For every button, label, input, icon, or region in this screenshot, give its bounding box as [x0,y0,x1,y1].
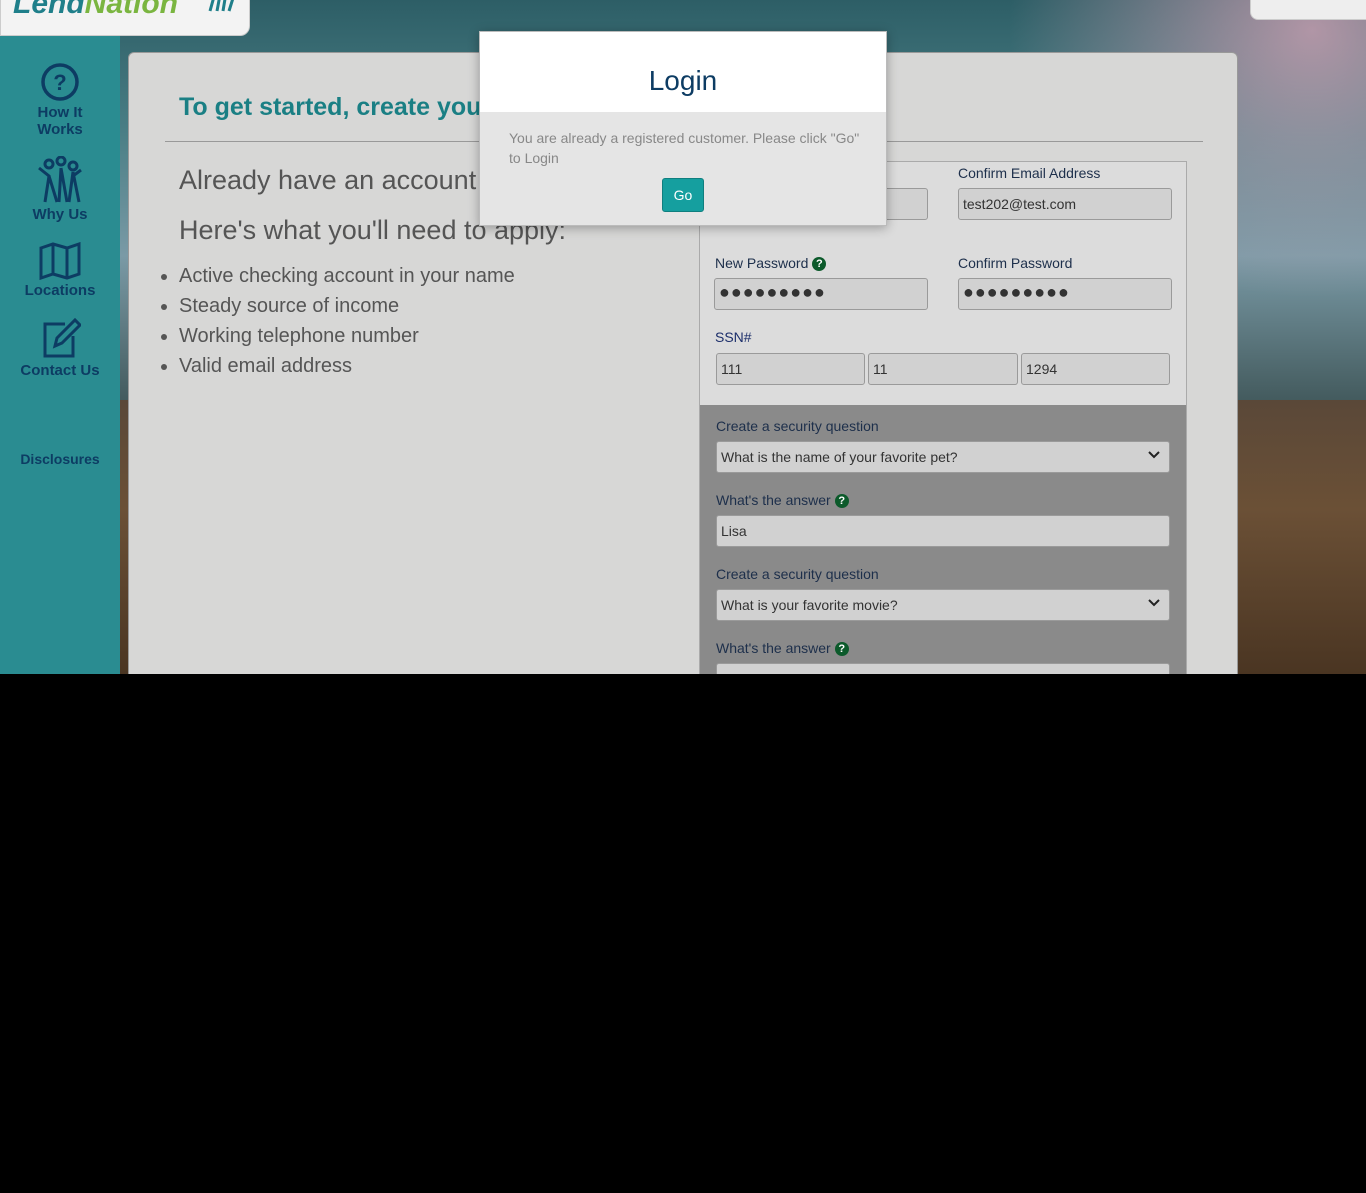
modal-message: You are already a registered customer. P… [509,130,860,166]
modal-title: Login [648,65,718,96]
go-button[interactable]: Go [662,178,704,212]
viewport: LendNation ? How It Works Why Us Locatio… [0,0,1366,674]
modal-header: Login [480,32,886,112]
login-modal: Login You are already a registered custo… [479,31,887,226]
